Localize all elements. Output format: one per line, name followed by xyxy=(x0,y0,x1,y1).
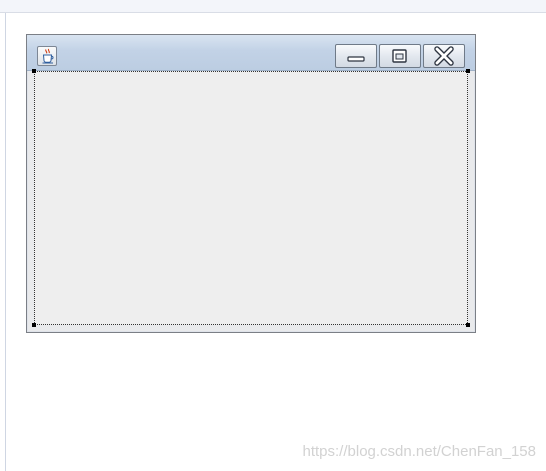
close-button[interactable] xyxy=(423,44,465,68)
minimize-icon xyxy=(347,56,365,62)
resize-handle-bottom-right[interactable] xyxy=(466,323,470,327)
maximize-button[interactable] xyxy=(379,44,421,68)
content-panel[interactable] xyxy=(32,69,470,327)
java-coffee-cup-icon[interactable] xyxy=(37,46,57,66)
left-divider xyxy=(5,13,6,471)
resize-handle-top-left[interactable] xyxy=(32,69,36,73)
resize-handle-bottom-left[interactable] xyxy=(32,323,36,327)
resize-handle-top-right[interactable] xyxy=(466,69,470,73)
window-title-bar[interactable] xyxy=(27,35,475,71)
watermark-text: https://blog.csdn.net/ChenFan_158 xyxy=(302,443,537,460)
close-icon xyxy=(434,46,454,66)
maximize-icon xyxy=(392,49,407,63)
top-strip xyxy=(0,0,546,13)
app-window[interactable] xyxy=(26,34,476,333)
minimize-button[interactable] xyxy=(335,44,377,68)
